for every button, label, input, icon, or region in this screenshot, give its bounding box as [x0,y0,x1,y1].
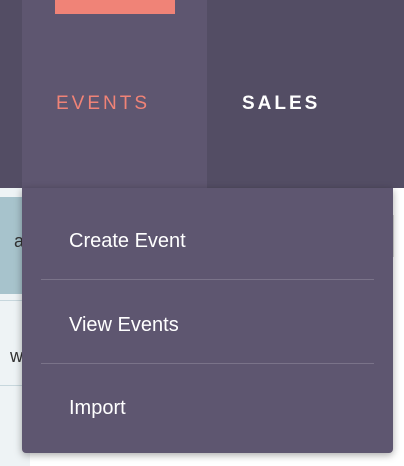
menu-divider [41,363,374,364]
menu-item-create-event[interactable]: Create Event [69,227,186,255]
menu-item-view-events[interactable]: View Events [69,311,179,339]
nav-tab-events-label[interactable]: EVENTS [56,90,150,118]
nav-tab-events[interactable]: EVENTS [22,0,207,188]
events-dropdown-menu: Create Event View Events Import [22,188,393,453]
menu-divider [41,279,374,280]
active-tab-indicator [55,0,175,14]
menu-item-import[interactable]: Import [69,394,126,422]
screen: EVENTS SALES a w Create Event View Event… [0,0,404,466]
nav-tab-sales-label[interactable]: SALES [242,90,320,118]
top-navbar: EVENTS SALES [0,0,404,188]
